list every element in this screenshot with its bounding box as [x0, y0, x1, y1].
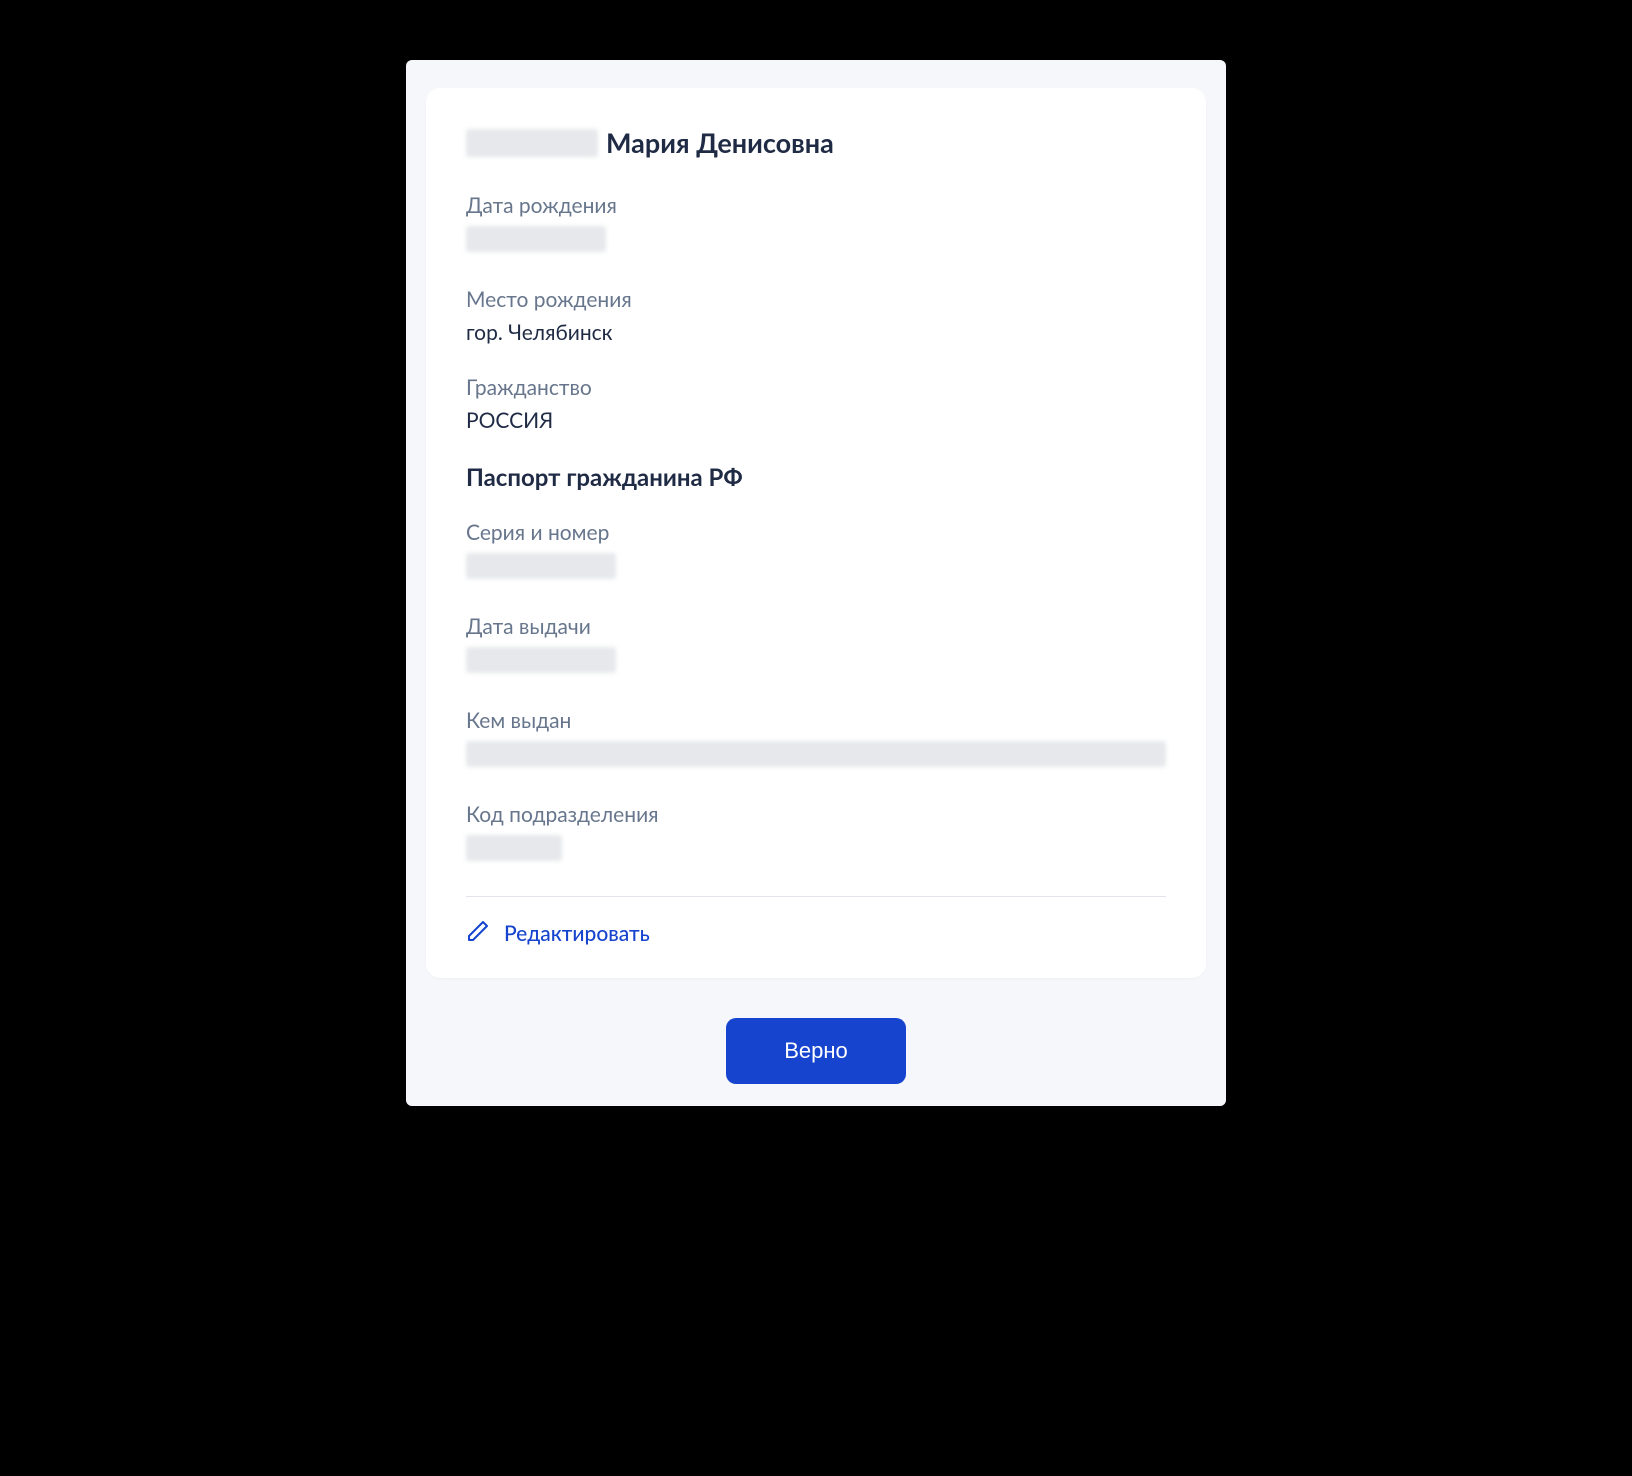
redacted-department-code: [466, 835, 562, 861]
redacted-birth-date: [466, 226, 606, 252]
confirm-row: Верно: [426, 978, 1206, 1106]
redacted-issue-date: [466, 647, 616, 673]
department-code-value: [466, 835, 1166, 866]
issued-by-value: [466, 741, 1166, 772]
issue-date-value: [466, 647, 1166, 678]
birth-place-value: гор. Челябинск: [466, 320, 1166, 345]
birth-date-label: Дата рождения: [466, 193, 1166, 218]
birth-date-value: [466, 226, 1166, 257]
field-department-code: Код подразделения: [466, 802, 1166, 866]
field-issued-by: Кем выдан: [466, 708, 1166, 772]
field-birth-date: Дата рождения: [466, 193, 1166, 257]
pencil-icon: [466, 919, 490, 948]
citizenship-value: РОССИЯ: [466, 408, 1166, 433]
field-citizenship: Гражданство РОССИЯ: [466, 375, 1166, 433]
person-name-row: Мария Денисовна: [466, 126, 1166, 159]
divider: [466, 896, 1166, 897]
page-container: Мария Денисовна Дата рождения Место рожд…: [406, 60, 1226, 1106]
edit-label: Редактировать: [504, 921, 650, 946]
birth-place-label: Место рождения: [466, 287, 1166, 312]
series-number-value: [466, 553, 1166, 584]
redacted-series-number: [466, 553, 616, 579]
redacted-issued-by: [466, 741, 1166, 767]
field-birth-place: Место рождения гор. Челябинск: [466, 287, 1166, 345]
confirm-button[interactable]: Верно: [726, 1018, 906, 1084]
person-card: Мария Денисовна Дата рождения Место рожд…: [426, 88, 1206, 978]
edit-button[interactable]: Редактировать: [466, 919, 650, 948]
field-series-number: Серия и номер: [466, 520, 1166, 584]
series-number-label: Серия и номер: [466, 520, 1166, 545]
issue-date-label: Дата выдачи: [466, 614, 1166, 639]
department-code-label: Код подразделения: [466, 802, 1166, 827]
person-name: Мария Денисовна: [606, 126, 834, 159]
field-issue-date: Дата выдачи: [466, 614, 1166, 678]
redacted-surname: [466, 129, 598, 157]
passport-section-title: Паспорт гражданина РФ: [466, 463, 1166, 492]
citizenship-label: Гражданство: [466, 375, 1166, 400]
issued-by-label: Кем выдан: [466, 708, 1166, 733]
